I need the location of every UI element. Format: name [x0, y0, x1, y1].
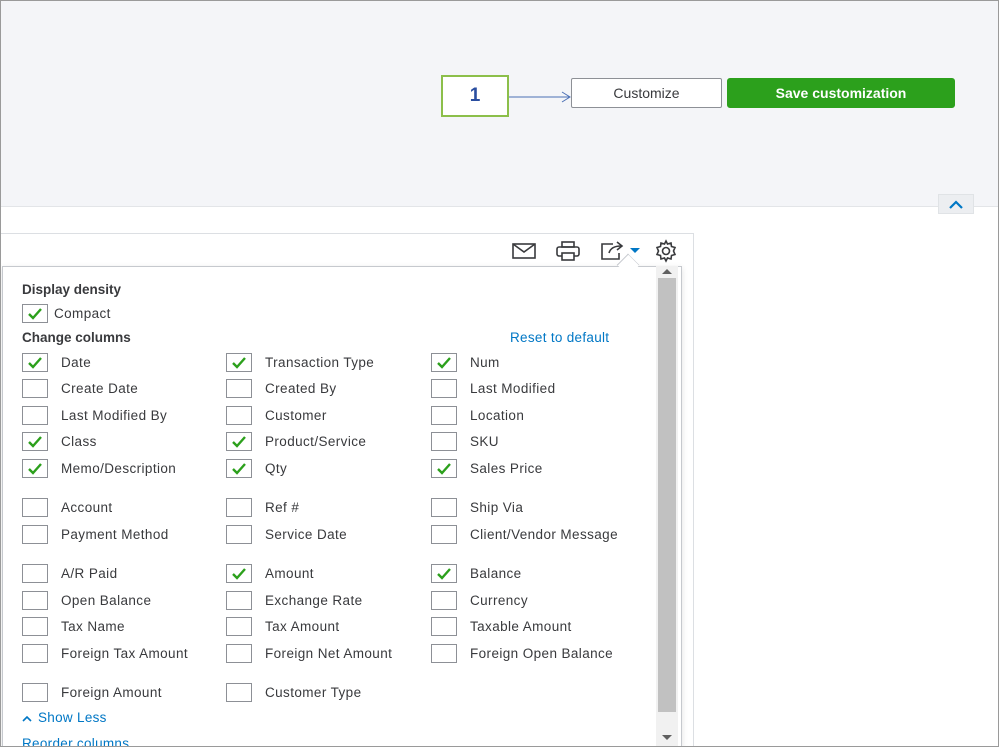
column-label-tax-amount: Tax Amount	[265, 619, 340, 634]
column-label-location: Location	[470, 408, 525, 423]
column-label-created-by: Created By	[265, 381, 337, 396]
column-label-class: Class	[61, 434, 97, 449]
chevron-up-icon	[22, 715, 32, 722]
column-label-amount: Amount	[265, 566, 314, 581]
column-label-sales-price: Sales Price	[470, 461, 543, 476]
column-label-foreign-amount: Foreign Amount	[61, 685, 162, 700]
column-label-foreign-tax-amount: Foreign Tax Amount	[61, 646, 189, 661]
reorder-columns-link[interactable]: Reorder columns	[22, 736, 129, 747]
step-callout-number: 1	[469, 85, 481, 106]
column-label-taxable-amount: Taxable Amount	[470, 619, 572, 634]
column-label-balance: Balance	[470, 566, 522, 581]
show-less-link[interactable]: Show Less	[22, 710, 107, 725]
column-label-product-service: Product/Service	[265, 434, 367, 449]
column-label-exchange-rate: Exchange Rate	[265, 593, 363, 608]
column-label-create-date: Create Date	[61, 381, 139, 396]
column-label-last-modified: Last Modified	[470, 381, 556, 396]
checkmark-icon	[28, 308, 42, 320]
show-less-label: Show Less	[38, 710, 107, 725]
column-label-sku: SKU	[470, 434, 499, 449]
scroll-down-arrow-icon[interactable]	[662, 735, 672, 740]
column-label-ref: Ref #	[265, 500, 300, 515]
display-density-heading: Display density	[22, 282, 122, 297]
column-label-a-r-paid: A/R Paid	[61, 566, 118, 581]
column-label-transaction-type: Transaction Type	[265, 355, 375, 370]
column-label-client-vendor-message: Client/Vendor Message	[470, 527, 618, 542]
column-label-account: Account	[61, 500, 113, 515]
column-label-ship-via: Ship Via	[470, 500, 524, 515]
callout-arrow	[509, 91, 571, 103]
column-label-foreign-net-amount: Foreign Net Amount	[265, 646, 393, 661]
customize-button[interactable]: Customize	[571, 78, 722, 108]
reset-to-default-link[interactable]: Reset to default	[510, 330, 609, 345]
column-label-open-balance: Open Balance	[61, 593, 152, 608]
column-label-num: Num	[470, 355, 500, 370]
column-label-currency: Currency	[470, 593, 528, 608]
column-label-payment-method: Payment Method	[61, 527, 169, 542]
column-label-customer-type: Customer Type	[265, 685, 362, 700]
print-icon[interactable]	[555, 241, 581, 261]
compact-label: Compact	[54, 306, 111, 321]
column-label-memo-description: Memo/Description	[61, 461, 177, 476]
save-customization-button[interactable]: Save customization	[727, 78, 955, 108]
column-label-foreign-open-balance: Foreign Open Balance	[470, 646, 614, 661]
change-columns-heading: Change columns	[22, 330, 131, 345]
compact-checkbox[interactable]	[22, 304, 48, 323]
column-label-customer: Customer	[265, 408, 327, 423]
export-icon[interactable]	[598, 241, 642, 261]
column-label-service-date: Service Date	[265, 527, 348, 542]
mail-icon[interactable]	[511, 241, 537, 261]
chevron-up-icon	[949, 199, 963, 209]
gear-icon[interactable]	[653, 239, 679, 263]
column-label-date: Date	[61, 355, 92, 370]
scroll-up-arrow-icon[interactable]	[662, 269, 672, 274]
column-label-tax-name: Tax Name	[61, 619, 125, 634]
collapse-header-button[interactable]	[938, 194, 974, 214]
column-label-last-modified-by: Last Modified By	[61, 408, 168, 423]
column-label-qty: Qty	[265, 461, 288, 476]
step-callout: 1	[441, 75, 509, 117]
scrollbar-thumb[interactable]	[658, 278, 676, 712]
